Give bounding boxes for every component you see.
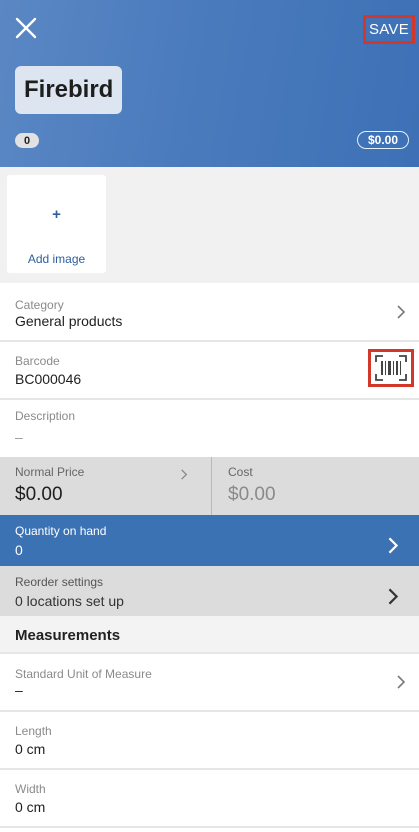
category-value: General products — [15, 313, 123, 329]
price-badge: $0.00 — [357, 131, 409, 149]
normal-price-value: $0.00 — [15, 484, 63, 505]
price-cost-row: Normal Price $0.00 Cost $0.00 — [0, 457, 419, 515]
category-row[interactable]: Category General products — [0, 283, 419, 342]
quantity-badge: 0 — [15, 133, 39, 148]
reorder-settings-row[interactable]: Reorder settings 0 locations set up — [0, 566, 419, 616]
description-label: Description — [15, 409, 76, 423]
chevron-right-icon — [181, 469, 188, 480]
chevron-right-icon — [388, 588, 399, 605]
add-image-button[interactable]: + Add image — [7, 175, 106, 273]
description-value: – — [15, 429, 23, 445]
width-value: 0 cm — [15, 799, 46, 815]
length-value: 0 cm — [15, 741, 46, 757]
standard-unit-label: Standard Unit of Measure — [15, 667, 152, 681]
barcode-row[interactable]: Barcode BC000046 — [0, 342, 419, 400]
scan-barcode-button[interactable] — [368, 349, 414, 387]
standard-unit-row[interactable]: Standard Unit of Measure – — [0, 654, 419, 712]
reorder-settings-label: Reorder settings — [15, 575, 104, 589]
cost-value: $0.00 — [228, 484, 276, 505]
chevron-right-icon — [397, 675, 406, 689]
item-name[interactable]: Firebird — [15, 66, 123, 114]
quantity-on-hand-label: Quantity on hand — [15, 524, 107, 538]
length-row[interactable]: Length 0 cm — [0, 712, 419, 770]
barcode-value: BC000046 — [15, 371, 82, 387]
section-title: Measurements — [15, 627, 121, 644]
chevron-right-icon — [388, 537, 399, 554]
barcode-scan-icon — [375, 355, 407, 381]
category-label: Category — [15, 298, 64, 312]
chevron-right-icon — [397, 305, 406, 319]
length-label: Length — [15, 724, 52, 738]
barcode-label: Barcode — [15, 354, 60, 368]
standard-unit-value: – — [15, 682, 23, 698]
normal-price-label: Normal Price — [15, 465, 85, 479]
quantity-on-hand-value: 0 — [15, 542, 23, 558]
quantity-on-hand-row[interactable]: Quantity on hand 0 — [0, 515, 419, 566]
image-section: + Add image — [0, 167, 419, 283]
cost-field[interactable]: Cost $0.00 — [212, 457, 419, 515]
item-header: SAVE Firebird 0 $0.00 — [0, 0, 419, 167]
close-icon — [15, 17, 37, 39]
plus-icon: + — [52, 206, 61, 223]
reorder-settings-value: 0 locations set up — [15, 593, 124, 609]
add-image-label: Add image — [27, 252, 86, 266]
normal-price-field[interactable]: Normal Price $0.00 — [0, 457, 211, 515]
save-button[interactable]: SAVE — [363, 15, 415, 44]
cost-label: Cost — [228, 465, 253, 479]
width-label: Width — [15, 782, 46, 796]
measurements-section-header: Measurements — [0, 616, 419, 654]
close-button[interactable] — [13, 15, 39, 41]
width-row[interactable]: Width 0 cm — [0, 770, 419, 828]
description-row[interactable]: Description – — [0, 400, 419, 457]
